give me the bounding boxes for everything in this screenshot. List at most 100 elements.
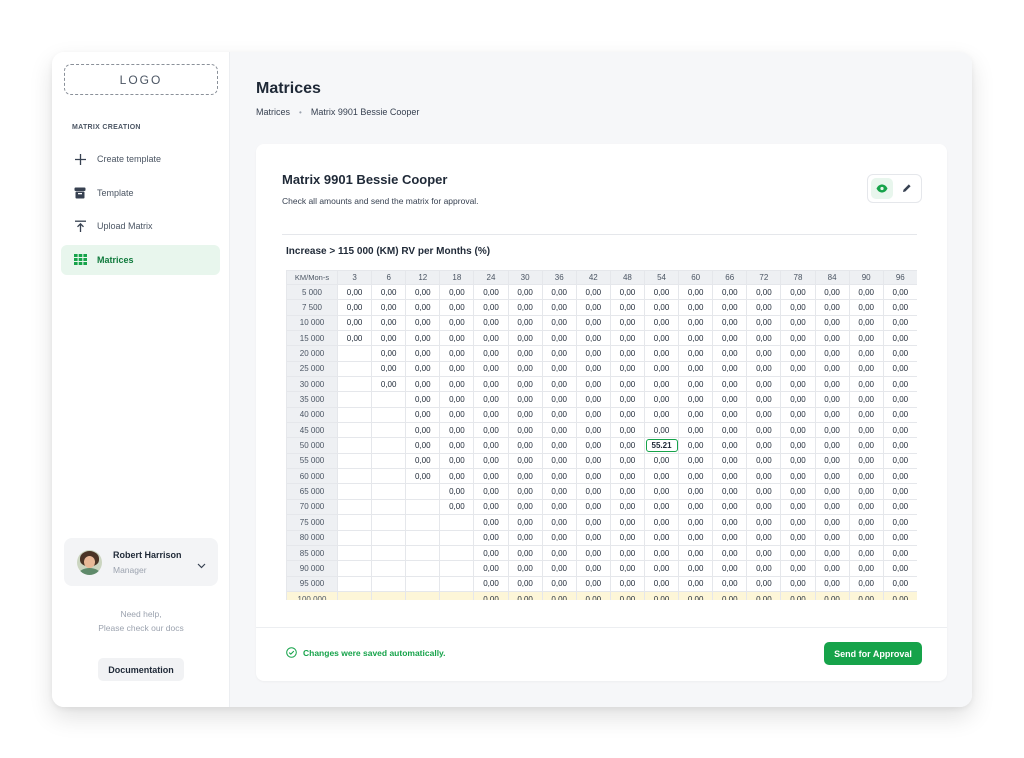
matrix-cell[interactable]: 0,00: [643, 560, 680, 577]
matrix-cell[interactable]: 0,00: [882, 376, 917, 393]
matrix-cell[interactable]: 0,00: [575, 529, 611, 546]
matrix-cell[interactable]: 0,00: [336, 299, 373, 316]
matrix-cell[interactable]: 0,00: [814, 314, 850, 332]
matrix-cell[interactable]: 0,00: [575, 483, 611, 500]
matrix-cell[interactable]: 0,00: [541, 422, 577, 439]
matrix-cell[interactable]: 0,00: [541, 575, 577, 592]
matrix-cell[interactable]: 0,00: [439, 422, 475, 439]
matrix-cell[interactable]: 0,00: [848, 575, 884, 592]
matrix-cell[interactable]: 0,00: [507, 560, 543, 577]
matrix-cell[interactable]: 0,00: [814, 560, 850, 577]
matrix-cell[interactable]: 0,00: [712, 575, 748, 592]
matrix-cell[interactable]: 0,00: [712, 468, 748, 485]
matrix-cell[interactable]: 0,00: [473, 391, 509, 408]
matrix-cell[interactable]: 0,00: [848, 406, 884, 424]
matrix-cell[interactable]: 0,00: [780, 514, 816, 531]
matrix-cell[interactable]: 0,00: [507, 406, 543, 424]
matrix-cell[interactable]: 0,00: [780, 437, 816, 454]
user-menu[interactable]: Robert Harrison Manager: [64, 538, 218, 586]
matrix-cell[interactable]: 0,00: [439, 330, 475, 347]
matrix-cell[interactable]: 0,00: [780, 314, 816, 332]
matrix-cell[interactable]: 0,00: [848, 360, 884, 378]
matrix-cell[interactable]: 0,00: [507, 314, 543, 332]
matrix-cell[interactable]: 0,00: [746, 468, 782, 485]
matrix-cell[interactable]: 0,00: [575, 283, 611, 301]
matrix-cell[interactable]: 0,00: [814, 360, 850, 378]
matrix-cell[interactable]: 0,00: [575, 437, 611, 454]
matrix-cell[interactable]: 0,00: [575, 314, 611, 332]
matrix-cell[interactable]: 0,00: [439, 314, 475, 332]
send-for-approval-button[interactable]: Send for Approval: [824, 642, 922, 665]
matrix-cell[interactable]: 0,00: [439, 299, 475, 316]
matrix-cell[interactable]: 0,00: [678, 437, 714, 454]
matrix-cell[interactable]: 0,00: [405, 314, 441, 332]
matrix-cell[interactable]: 0,00: [882, 452, 917, 470]
matrix-cell[interactable]: 0,00: [848, 299, 884, 316]
sidebar-item-template[interactable]: Template: [61, 178, 220, 208]
matrix-cell[interactable]: 0,00: [678, 391, 714, 408]
matrix-cell[interactable]: 0,00: [678, 468, 714, 485]
matrix-cell[interactable]: 0,00: [780, 483, 816, 500]
matrix-cell[interactable]: 0,00: [678, 529, 714, 546]
matrix-cell[interactable]: 0,00: [473, 360, 509, 378]
matrix-cell[interactable]: 0,00: [439, 283, 475, 301]
matrix-cell[interactable]: 0,00: [371, 345, 407, 362]
matrix-table-container[interactable]: KM/Mon-s 3 6 12 18 24 30 36 42 48 54 60 66 72 78 84 90 96…: [286, 270, 917, 600]
matrix-cell[interactable]: 0,00: [643, 422, 680, 439]
matrix-cell[interactable]: 0,00: [473, 314, 509, 332]
matrix-cell[interactable]: 0,00: [712, 376, 748, 393]
matrix-cell[interactable]: 0,00: [746, 391, 782, 408]
matrix-cell[interactable]: 0,00: [882, 314, 917, 332]
matrix-cell[interactable]: 0,00: [882, 590, 917, 600]
matrix-cell[interactable]: 0,00: [712, 406, 748, 424]
matrix-cell[interactable]: 0,00: [541, 560, 577, 577]
matrix-cell[interactable]: 0,00: [678, 406, 714, 424]
matrix-cell[interactable]: 0,00: [541, 529, 577, 546]
matrix-cell[interactable]: 0,00: [814, 330, 850, 347]
matrix-cell[interactable]: 0,00: [541, 437, 577, 454]
matrix-cell[interactable]: 0,00: [746, 330, 782, 347]
matrix-cell[interactable]: 0,00: [507, 283, 543, 301]
matrix-cell[interactable]: 0,00: [473, 575, 509, 592]
matrix-cell[interactable]: 0,00: [405, 437, 441, 454]
matrix-cell[interactable]: 0,00: [643, 514, 680, 531]
view-button[interactable]: [871, 178, 893, 199]
matrix-cell[interactable]: 0,00: [643, 299, 680, 316]
matrix-cell[interactable]: 0,00: [882, 391, 917, 408]
matrix-cell[interactable]: 0,00: [848, 529, 884, 546]
matrix-cell[interactable]: 0,00: [712, 560, 748, 577]
matrix-cell[interactable]: 0,00: [405, 330, 441, 347]
matrix-cell[interactable]: 0,00: [439, 345, 475, 362]
matrix-cell[interactable]: 0,00: [507, 483, 543, 500]
matrix-cell[interactable]: 0,00: [439, 452, 475, 470]
matrix-cell[interactable]: 0,00: [712, 529, 748, 546]
matrix-cell[interactable]: 0,00: [848, 452, 884, 470]
matrix-cell[interactable]: 0,00: [746, 360, 782, 378]
matrix-cell[interactable]: 0,00: [643, 529, 680, 546]
matrix-cell[interactable]: 0,00: [405, 299, 441, 316]
matrix-cell[interactable]: 0,00: [405, 376, 441, 393]
matrix-cell[interactable]: 0,00: [643, 544, 680, 562]
matrix-cell[interactable]: 0,00: [746, 514, 782, 531]
matrix-cell[interactable]: 0,00: [712, 590, 748, 600]
matrix-cell[interactable]: 0,00: [541, 514, 577, 531]
matrix-cell[interactable]: 0,00: [473, 330, 509, 347]
matrix-cell[interactable]: 0,00: [882, 514, 917, 531]
matrix-cell[interactable]: 0,00: [643, 283, 680, 301]
matrix-cell[interactable]: 0,00: [780, 575, 816, 592]
matrix-cell[interactable]: 0,00: [780, 544, 816, 562]
matrix-cell[interactable]: 0,00: [678, 544, 714, 562]
matrix-cell[interactable]: 0,00: [780, 560, 816, 577]
matrix-cell[interactable]: 0,00: [643, 452, 680, 470]
matrix-cell[interactable]: 0,00: [609, 422, 645, 439]
matrix-cell[interactable]: 0,00: [746, 529, 782, 546]
matrix-cell[interactable]: 0,00: [609, 529, 645, 546]
matrix-cell[interactable]: 0,00: [814, 406, 850, 424]
matrix-cell[interactable]: 0,00: [473, 498, 509, 516]
matrix-cell[interactable]: 0,00: [541, 544, 577, 562]
matrix-cell[interactable]: 0,00: [780, 345, 816, 362]
matrix-cell[interactable]: 0,00: [848, 468, 884, 485]
matrix-cell[interactable]: 0,00: [814, 468, 850, 485]
matrix-cell[interactable]: 0,00: [609, 483, 645, 500]
matrix-cell[interactable]: 0,00: [507, 575, 543, 592]
